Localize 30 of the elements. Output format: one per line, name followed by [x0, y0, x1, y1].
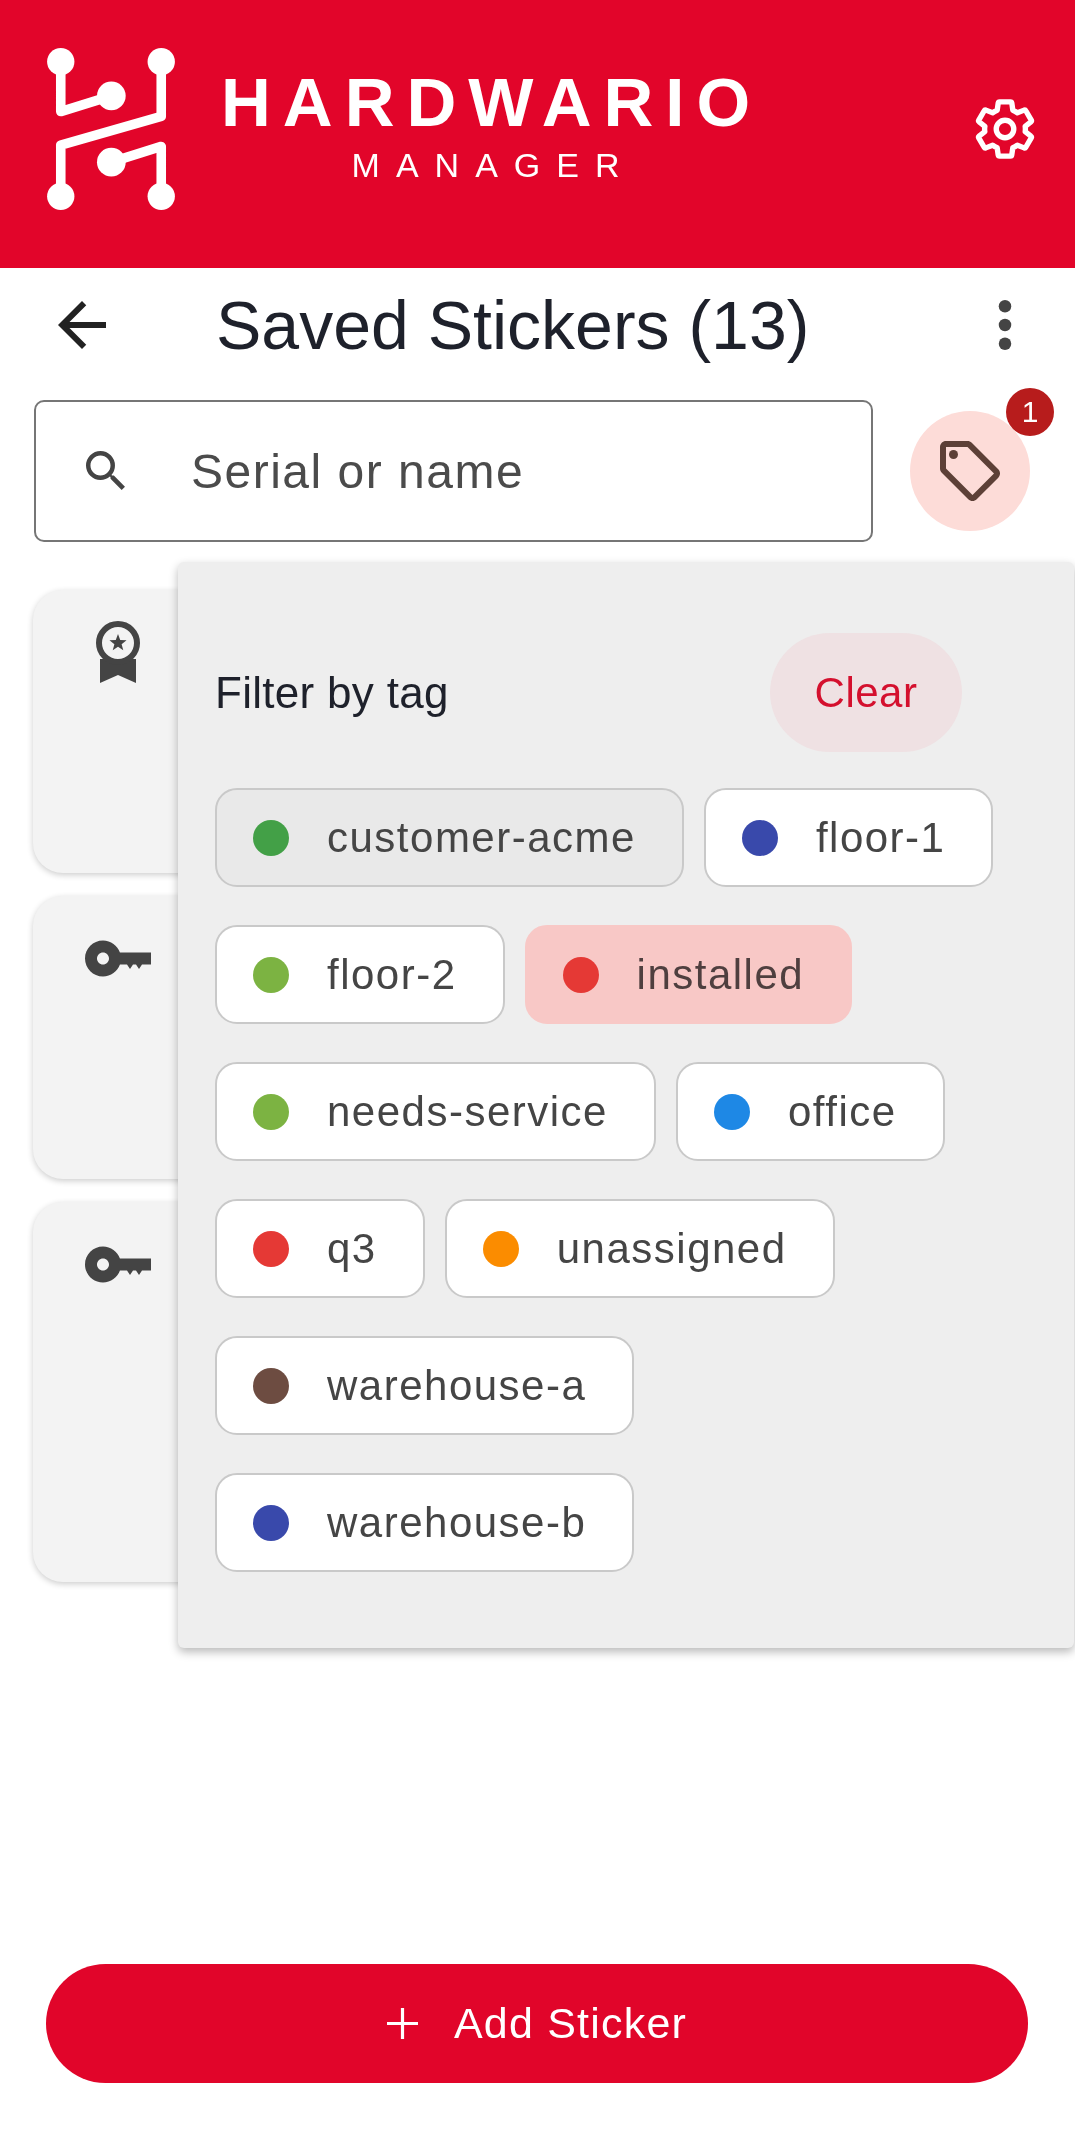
plus-icon: [386, 2008, 418, 2039]
add-sticker-button[interactable]: Add Sticker: [46, 1964, 1028, 2083]
tag-chip[interactable]: floor-2: [215, 925, 505, 1024]
search-field[interactable]: Serial or name: [34, 400, 873, 542]
brand-subtitle: MANAGER: [351, 148, 636, 182]
tag-chip[interactable]: warehouse-b: [215, 1473, 635, 1572]
back-button[interactable]: [58, 301, 106, 349]
tag-chip[interactable]: q3: [215, 1199, 425, 1298]
clear-button[interactable]: Clear: [770, 633, 962, 752]
settings-icon: [975, 99, 1035, 159]
tag-chip[interactable]: needs-service: [215, 1062, 656, 1161]
back-arrow-icon: [58, 301, 106, 349]
brand-name: HARDWARIO: [221, 68, 763, 137]
logo-icon: [47, 48, 175, 210]
settings-button[interactable]: [975, 99, 1035, 159]
more-options-icon: [997, 300, 1013, 350]
tag-icon: [940, 441, 1000, 501]
search-icon: [86, 451, 125, 490]
count-badge: 1: [1006, 388, 1054, 436]
tag-chip[interactable]: warehouse-a: [215, 1336, 635, 1435]
tag-chip[interactable]: office: [675, 1062, 945, 1161]
tag-chip[interactable]: floor-1: [703, 788, 994, 887]
tag-chip[interactable]: unassigned: [444, 1199, 835, 1298]
tag-chip[interactable]: installed: [524, 925, 853, 1024]
more-button[interactable]: [997, 300, 1013, 350]
key-icon: [85, 939, 151, 977]
award-icon: [93, 621, 143, 683]
tag-chip[interactable]: customer-acme: [215, 788, 684, 887]
popup-title: Filter by tag: [215, 667, 449, 718]
key-icon: [85, 1245, 151, 1283]
